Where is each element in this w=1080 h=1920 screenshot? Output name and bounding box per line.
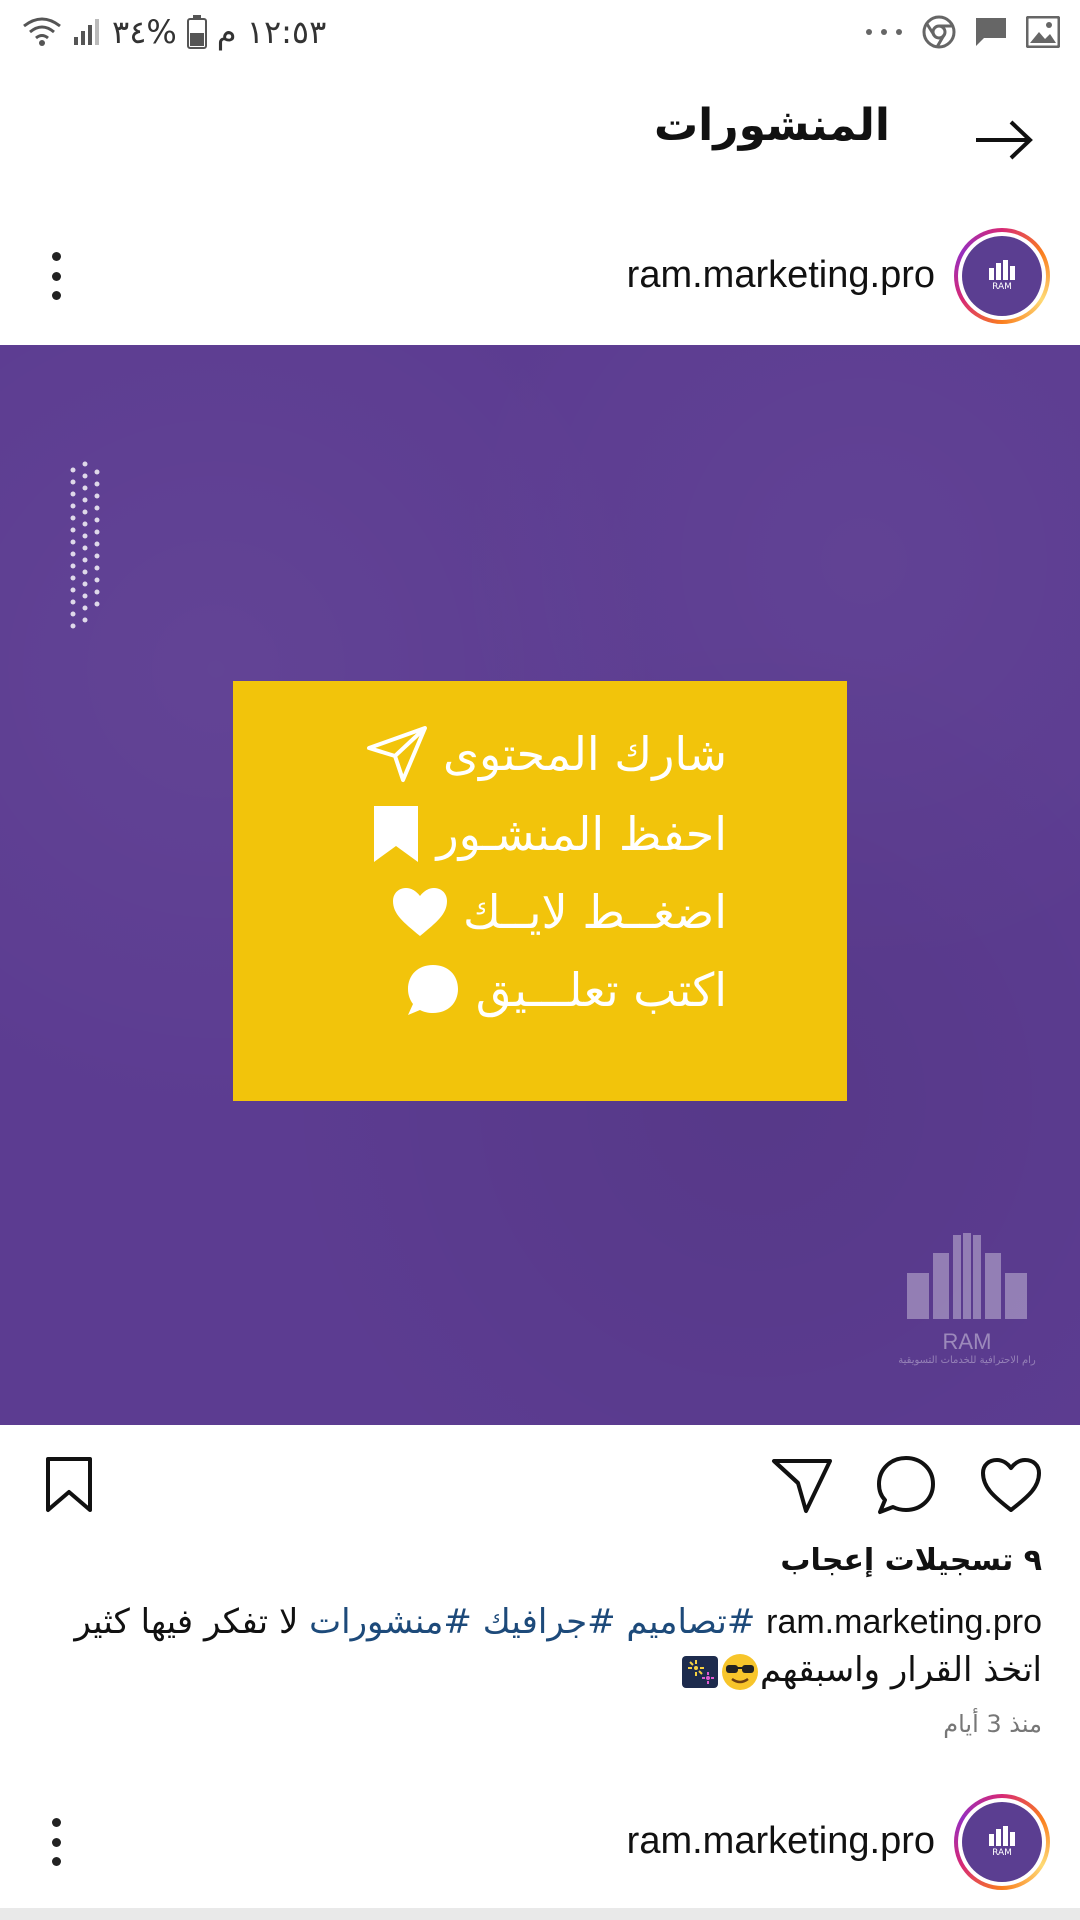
heart-icon [392,888,447,936]
gallery-icon [1026,16,1060,48]
arrow-right-icon [976,120,1033,160]
avatar-label: RAM [992,1848,1012,1858]
post-caption: ram.marketing.pro #تصاميم #جرافيك #منشور… [42,1598,1042,1694]
building-logo-icon [989,1826,1015,1846]
more-options-button[interactable] [36,1812,76,1872]
comment-icon [407,965,458,1015]
cta-share: شارك المحتوى [365,721,727,787]
cta-card: شارك المحتوى احفظ المنشـور اضغــط لايــك… [233,681,847,1101]
watermark-subtitle: رام الاحترافية للخدمات التسويقية [898,1355,1036,1366]
battery-icon [186,15,207,49]
status-right [864,10,1060,54]
next-post-username[interactable]: ram.marketing.pro [627,1820,935,1863]
wifi-icon [23,17,61,46]
likes-count[interactable]: ٩ تسجيلات إعجاب [780,1543,1042,1578]
building-logo-icon [907,1233,1027,1319]
send-icon [366,726,427,782]
post-image[interactable]: شارك المحتوى احفظ المنشـور اضغــط لايــك… [0,345,1080,1425]
caption-text: لا تفكر فيها كثير [74,1602,310,1642]
send-icon [772,1459,832,1513]
watermark-name: RAM [942,1329,992,1354]
more-dot-icon [51,1818,61,1827]
sunglasses-emoji-icon [721,1653,758,1690]
cta-comment: اكتب تعلـــيق [404,957,727,1023]
message-icon [976,18,1006,46]
hashtag-designs[interactable]: #تصاميم [626,1602,755,1642]
post-username[interactable]: ram.marketing.pro [627,254,935,297]
avatar[interactable]: RAM [954,228,1050,324]
cta-comment-text: اكتب تعلـــيق [475,963,727,1017]
app-header: المنشورات [0,90,1080,190]
back-button[interactable] [968,108,1040,172]
cta-save: احفظ المنشـور [370,801,727,867]
caption-username[interactable]: ram.marketing.pro [766,1603,1042,1641]
comment-icon [877,1456,935,1514]
bookmark-icon [374,806,419,862]
brand-watermark: RAM رام الاحترافية للخدمات التسويقية [892,1233,1042,1383]
cta-like-text: اضغــط لايــك [462,885,727,939]
comment-button[interactable] [871,1450,941,1520]
next-post-image-edge [0,1908,1080,1920]
dotted-lines-decoration [70,461,100,629]
cta-like: اضغــط لايــك [391,879,727,945]
cta-share-text: شارك المحتوى [442,727,727,781]
building-logo-icon [989,260,1015,280]
page-title: المنشورات [653,100,890,151]
status-bar: ١٢:٥٣ م %٣٤ [0,0,1080,64]
more-notifications-icon [866,29,902,35]
share-button[interactable] [767,1450,837,1520]
like-button[interactable] [976,1450,1046,1520]
avatar-label: RAM [992,282,1012,292]
battery-percent: %٣٤ [112,13,177,51]
hashtag-graphic[interactable]: #جرافيك [483,1602,616,1642]
caption-line-2: اتخذ القرار واسبقهم [759,1650,1042,1690]
more-options-button[interactable] [36,246,76,306]
more-dot-icon [51,1837,61,1847]
fireworks-emoji-icon [681,1655,718,1688]
save-button[interactable] [34,1450,104,1520]
cta-save-text: احفظ المنشـور [436,807,727,861]
next-post-header: RAM ram.marketing.pro [0,1788,1080,1898]
chrome-icon [922,15,956,49]
hashtag-posts[interactable]: #منشورات [309,1602,472,1642]
post-header: RAM ram.marketing.pro [0,222,1080,332]
signal-icon [74,19,99,45]
more-dot-icon [51,1857,61,1866]
bookmark-icon [46,1457,92,1512]
post-actions [0,1450,1080,1526]
more-dot-icon [51,271,61,281]
more-dot-icon [51,291,61,300]
post-time: منذ 3 أيام [943,1710,1042,1738]
status-time: ١٢:٥٣ م [216,13,327,51]
heart-icon [981,1458,1041,1512]
avatar[interactable]: RAM [954,1794,1050,1890]
more-dot-icon [51,252,61,261]
status-left: ١٢:٥٣ م %٣٤ [22,10,326,54]
